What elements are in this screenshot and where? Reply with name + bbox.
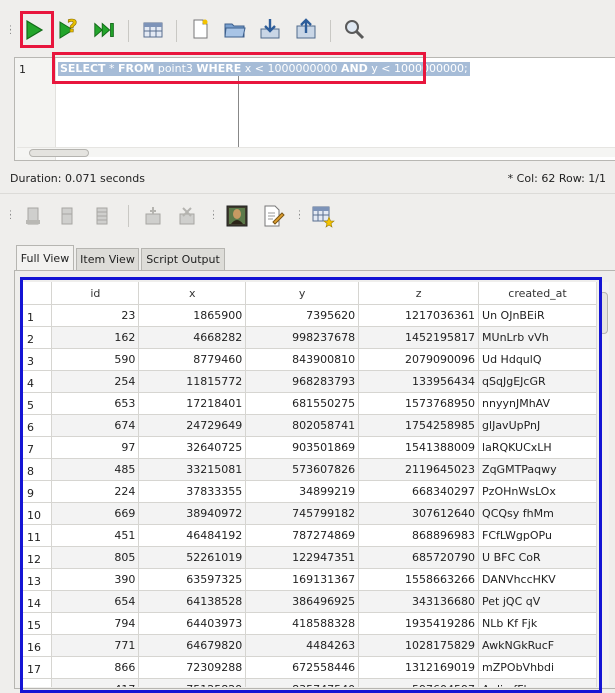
edit-icon: [264, 205, 285, 227]
open-folder-icon: [224, 23, 246, 38]
toolbar-grip[interactable]: ::: [9, 24, 12, 37]
image-icon: [226, 205, 248, 227]
insert-row-icon: [145, 207, 161, 225]
import-icon: [260, 19, 280, 39]
editor-horizontal-scrollbar[interactable]: [17, 147, 615, 157]
query-highlight: [52, 52, 426, 84]
run-script-button[interactable]: [92, 17, 118, 43]
cursor-position: * Col: 62 Row: 1/1: [507, 172, 606, 185]
line-gutter: 1: [15, 58, 56, 160]
first-page-icon: [26, 207, 40, 225]
pane-divider[interactable]: [0, 193, 615, 194]
delete-row-icon: [179, 207, 195, 225]
prev-page-button[interactable]: [54, 203, 80, 229]
grid-star-icon: [312, 206, 335, 228]
next-page-icon: [96, 207, 108, 225]
toolbar-separator: [128, 20, 129, 42]
grid-icon: [143, 22, 163, 38]
tab-item-view[interactable]: Item View: [76, 248, 139, 270]
import-button[interactable]: [257, 16, 283, 42]
results-highlight: [20, 277, 602, 693]
scrollbar-thumb[interactable]: [29, 149, 89, 157]
insert-row-button[interactable]: [140, 203, 166, 229]
export-icon: [296, 18, 316, 39]
first-page-button[interactable]: [20, 203, 46, 229]
run-step-icon: ?: [59, 16, 78, 39]
toolbar-grip[interactable]: ::: [212, 209, 215, 222]
svg-text:?: ?: [67, 16, 77, 37]
grid-button[interactable]: [140, 17, 166, 43]
new-file-button[interactable]: [187, 16, 213, 42]
run-script-icon: [94, 22, 114, 38]
query-duration: Duration: 0.071 seconds: [10, 172, 145, 185]
edit-button[interactable]: [260, 203, 286, 229]
grid-options-button[interactable]: [310, 203, 336, 229]
toolbar-grip[interactable]: ::: [298, 209, 301, 222]
toolbar-separator: [176, 20, 177, 42]
search-button[interactable]: [341, 16, 367, 42]
toolbar-grip[interactable]: ::: [9, 209, 12, 222]
run-step-button[interactable]: ?: [56, 16, 82, 42]
open-folder-button[interactable]: [222, 16, 248, 42]
delete-row-button[interactable]: [174, 203, 200, 229]
line-number: 1: [19, 63, 26, 76]
tab-script-output[interactable]: Script Output: [141, 248, 225, 270]
tab-full-view[interactable]: Full View: [16, 245, 74, 271]
new-file-icon: [193, 19, 208, 39]
search-icon: [345, 20, 365, 40]
prev-page-icon: [61, 207, 73, 225]
run-button-highlight: [20, 11, 54, 48]
image-view-button[interactable]: [224, 203, 250, 229]
toolbar-separator: [128, 205, 129, 227]
export-button[interactable]: [293, 16, 319, 42]
next-page-button[interactable]: [89, 203, 115, 229]
toolbar-separator: [330, 20, 331, 42]
editor-margin-line: [238, 72, 239, 157]
